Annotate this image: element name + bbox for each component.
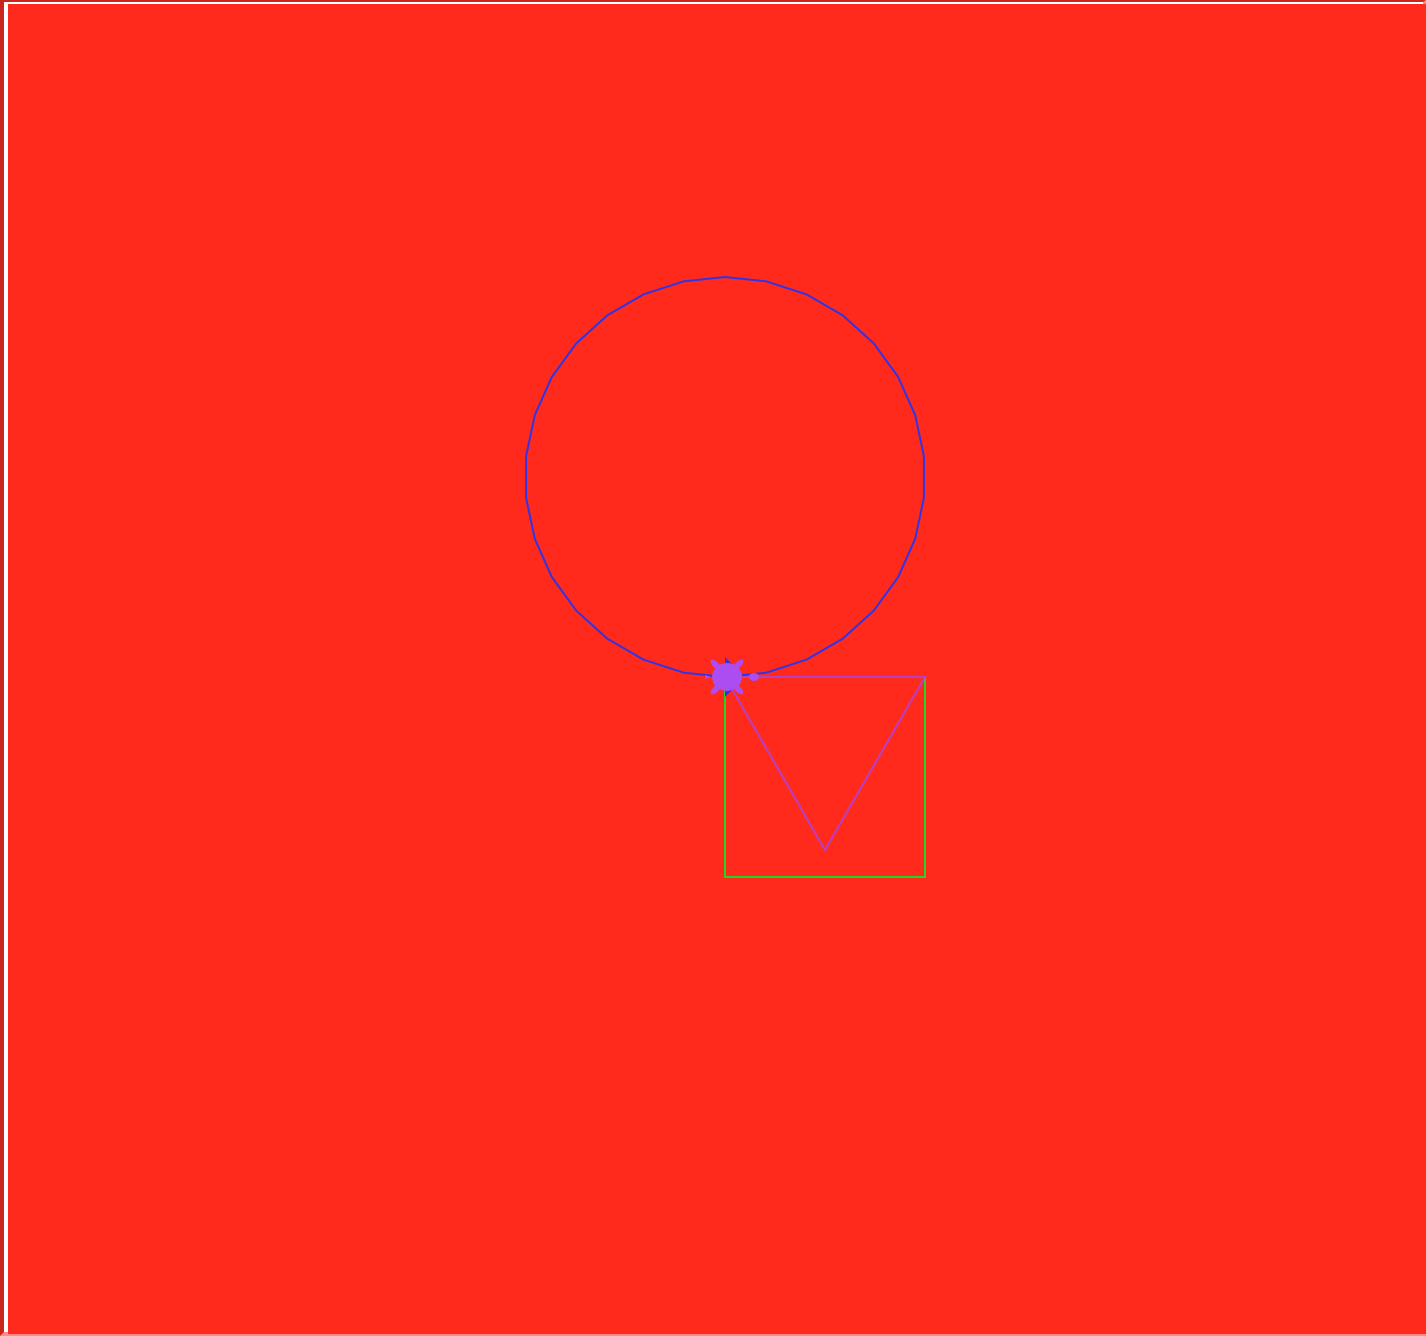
turtle-canvas[interactable] xyxy=(8,4,1426,1334)
turtle-canvas-frame xyxy=(0,0,1426,1336)
